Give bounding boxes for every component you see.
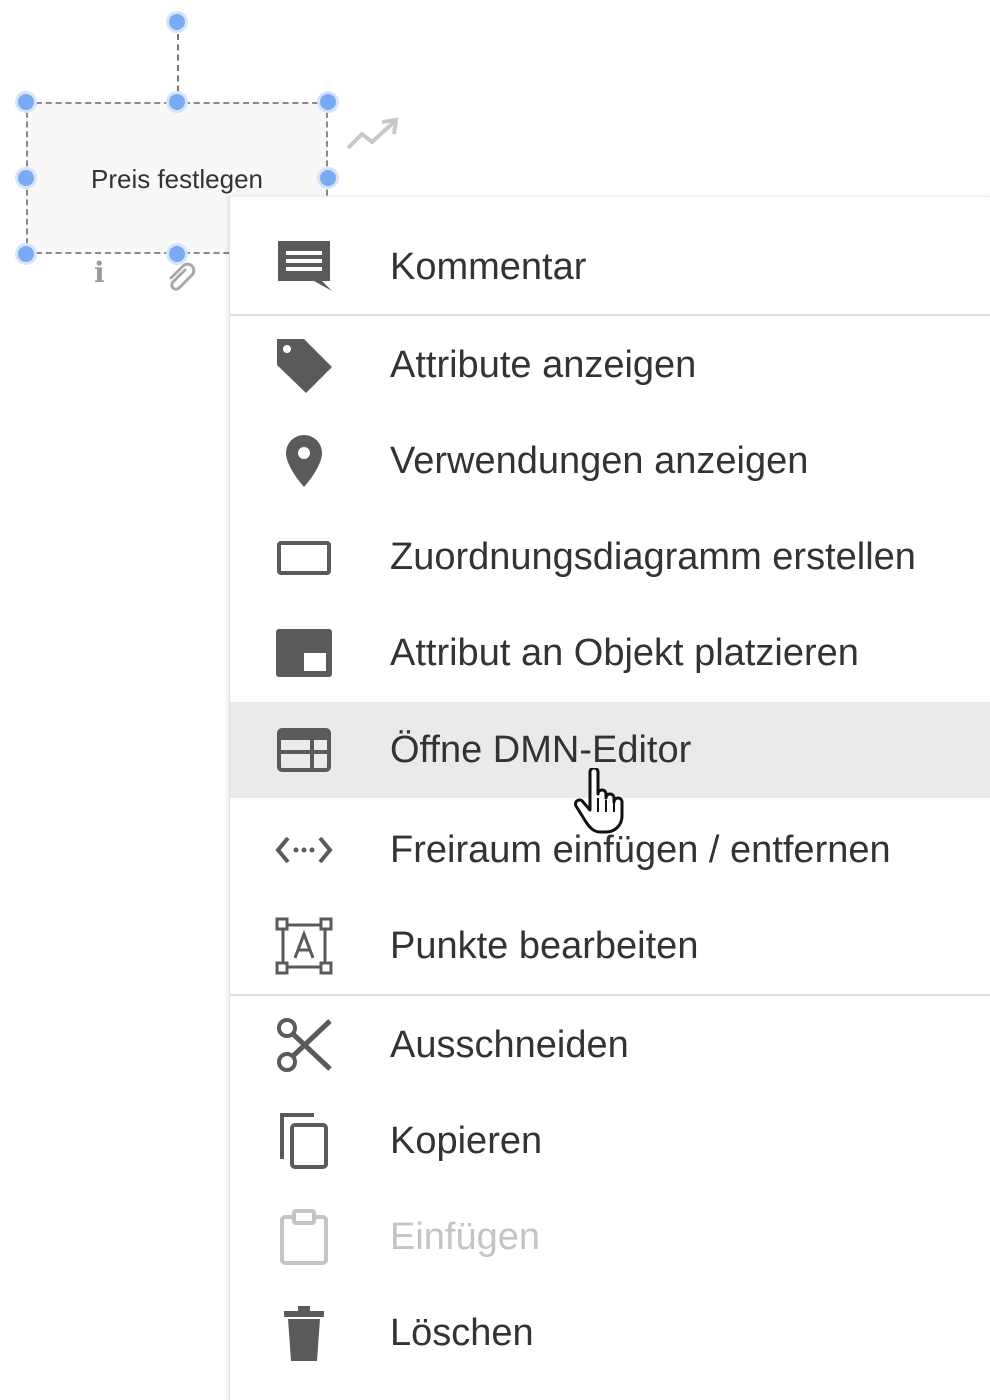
- menu-item-label: Verwendungen anzeigen: [390, 440, 809, 482]
- menu-item-label: Attribut an Objekt platzieren: [390, 632, 859, 674]
- text-frame-icon: [274, 916, 334, 976]
- table-icon: [274, 720, 334, 780]
- menu-item-verwendungen-anzeigen[interactable]: Verwendungen anzeigen: [230, 413, 990, 509]
- diagram-canvas[interactable]: Preis festlegen i Kommentar Attribute an…: [0, 0, 990, 1400]
- shape-label: Preis festlegen: [91, 164, 263, 194]
- menu-divider: [230, 314, 990, 316]
- menu-item-label: Punkte bearbeiten: [390, 925, 699, 967]
- trash-icon: [274, 1303, 334, 1363]
- menu-item-label: Zuordnungsdiagramm erstellen: [390, 536, 916, 578]
- menu-item-ausschneiden[interactable]: Ausschneiden: [230, 997, 990, 1093]
- comment-icon: [274, 237, 334, 297]
- rectangle-icon: [274, 527, 334, 587]
- menu-item-kommentar[interactable]: Kommentar: [230, 219, 990, 315]
- menu-item-label: Freiraum einfügen / entfernen: [390, 829, 891, 871]
- tag-icon: [274, 335, 334, 395]
- resize-handle-top-left[interactable]: [15, 91, 37, 113]
- info-icon[interactable]: i: [94, 256, 105, 289]
- attachment-icon[interactable]: [163, 258, 199, 294]
- menu-item-label: Kommentar: [390, 246, 587, 288]
- picture-in-picture-icon: [274, 623, 334, 683]
- copy-icon: [274, 1111, 334, 1171]
- hand-pointer-icon: [574, 768, 624, 834]
- menu-item-einfuegen[interactable]: Einfügen: [230, 1189, 990, 1285]
- menu-item-loeschen[interactable]: Löschen: [230, 1285, 990, 1381]
- clipboard-icon: [274, 1207, 334, 1267]
- menu-item-label: Attribute anzeigen: [390, 344, 697, 386]
- location-pin-icon: [274, 431, 334, 491]
- menu-item-label: Löschen: [390, 1312, 534, 1354]
- menu-item-label: Kopieren: [390, 1120, 543, 1162]
- rotate-handle[interactable]: [166, 11, 188, 33]
- space-arrows-icon: [274, 820, 334, 880]
- resize-handle-left[interactable]: [15, 167, 37, 189]
- resize-handle-right[interactable]: [317, 167, 339, 189]
- menu-divider: [230, 994, 990, 996]
- menu-item-attribut-an-objekt-platzieren[interactable]: Attribut an Objekt platzieren: [230, 605, 990, 701]
- resize-handle-bottom-left[interactable]: [15, 243, 37, 265]
- scissors-icon: [274, 1015, 334, 1075]
- menu-item-zuordnungsdiagramm-erstellen[interactable]: Zuordnungsdiagramm erstellen: [230, 509, 990, 605]
- menu-item-attribute-anzeigen[interactable]: Attribute anzeigen: [230, 317, 990, 413]
- trending-up-icon[interactable]: [344, 114, 404, 154]
- menu-item-label: Einfügen: [390, 1216, 541, 1258]
- resize-handle-top[interactable]: [166, 91, 188, 113]
- menu-item-punkte-bearbeiten[interactable]: Punkte bearbeiten: [230, 898, 990, 994]
- resize-handle-top-right[interactable]: [317, 91, 339, 113]
- menu-item-label: Öffne DMN-Editor: [390, 729, 692, 771]
- menu-item-label: Ausschneiden: [390, 1024, 629, 1066]
- menu-item-kopieren[interactable]: Kopieren: [230, 1093, 990, 1189]
